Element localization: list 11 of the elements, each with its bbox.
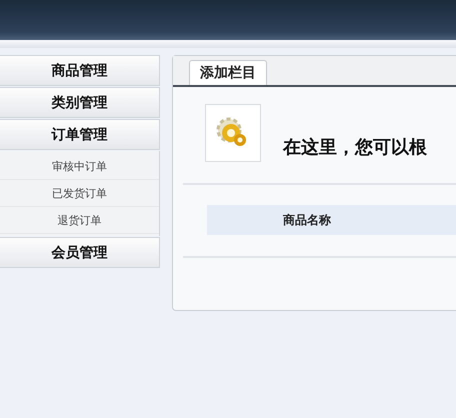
sidebar-item[interactable]: 类别管理 bbox=[0, 87, 160, 118]
sidebar-item[interactable]: 订单管理 bbox=[0, 119, 160, 150]
sidebar-item[interactable]: 商品管理 bbox=[0, 55, 160, 86]
sidebar-subitem[interactable]: 已发货订单 bbox=[0, 180, 159, 207]
sidebar-subitem[interactable]: 审核中订单 bbox=[0, 153, 159, 180]
sidebar-item[interactable]: 会员管理 bbox=[0, 237, 160, 268]
sidebar-subitem[interactable]: 退货订单 bbox=[0, 207, 159, 234]
gear-icon bbox=[205, 104, 261, 162]
tab[interactable]: 添加栏目 bbox=[189, 60, 267, 85]
intro-heading: 在这里，您可以根 bbox=[283, 136, 427, 159]
column-header: 商品名称 bbox=[282, 212, 332, 228]
